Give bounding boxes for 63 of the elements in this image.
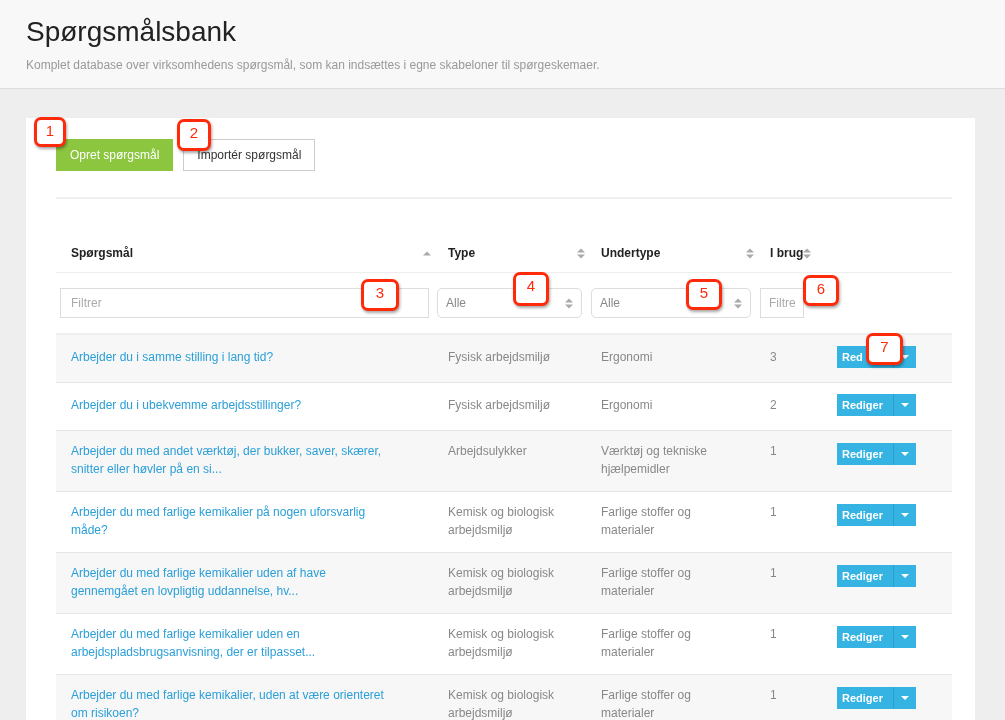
usage-count: 1 xyxy=(770,565,778,582)
type-text: Kemisk og biologisk arbejdsmiljø xyxy=(448,504,556,539)
caret-icon[interactable] xyxy=(901,513,909,517)
type-text: Kemisk og biologisk arbejdsmiljø xyxy=(448,565,556,600)
usage-count: 1 xyxy=(770,443,778,460)
caret-icon[interactable] xyxy=(901,635,909,639)
question-link[interactable]: Arbejder du med andet værktøj, der bukker, saver, skærer, snitter eller høvler på en si... xyxy=(71,442,387,478)
caret-icon[interactable] xyxy=(901,452,909,456)
create-button[interactable]: Opret spørgsmål xyxy=(56,139,174,171)
type-text: Kemisk og biologisk arbejdsmiljø xyxy=(448,626,556,661)
usage-count: 1 xyxy=(770,687,778,704)
callout-badge: 4 xyxy=(513,272,549,306)
subtype-text: Ergonomi xyxy=(601,349,654,366)
subtype-text: Farlige stoffer og materialer xyxy=(601,565,692,600)
sort-icon[interactable] xyxy=(746,247,754,259)
caret-icon[interactable] xyxy=(901,696,909,700)
usage-count: 1 xyxy=(770,504,778,521)
edit-button[interactable]: Rediger xyxy=(837,504,916,526)
page-subtitle: Komplet database over virksomhedens spørgsmål, som kan indsættes i egne skabeloner til spørgeskemaer. xyxy=(26,57,601,74)
type-text: Fysisk arbejdsmiljø xyxy=(448,349,551,366)
subtype-text: Ergonomi xyxy=(601,397,654,414)
callout-badge: 5 xyxy=(686,279,722,310)
edit-button[interactable]: Rediger xyxy=(837,394,916,416)
column-header[interactable]: I brug xyxy=(770,244,804,262)
subtype-text: Værktøj og tekniske hjælpemidler xyxy=(601,443,709,478)
sort-icon[interactable] xyxy=(577,247,585,259)
type-text: Arbejdsulykker xyxy=(448,443,528,460)
usage-count: 1 xyxy=(770,626,778,643)
question-link[interactable]: Arbejder du med farlige kemikalier uden en arbejdspladsbrugsanvisning, der er tilpasset... xyxy=(71,625,387,661)
sort-icon[interactable] xyxy=(565,297,573,309)
callout-badge: 2 xyxy=(177,119,211,151)
sort-ascending-icon[interactable] xyxy=(423,250,431,256)
column-header[interactable]: Undertype xyxy=(601,244,661,262)
callout-badge: 1 xyxy=(34,117,66,147)
edit-button[interactable]: Rediger xyxy=(837,687,916,709)
page-title: Spørgsmålsbank xyxy=(26,15,238,49)
caret-icon[interactable] xyxy=(901,355,909,359)
subtype-text: Farlige stoffer og materialer xyxy=(601,504,692,539)
type-text: Fysisk arbejdsmiljø xyxy=(448,397,551,414)
question-link[interactable]: Arbejder du med farlige kemikalier på nogen uforsvarlig måde? xyxy=(71,503,387,539)
callout-badge: 6 xyxy=(803,275,839,306)
usage-count: 2 xyxy=(770,397,778,414)
subtype-text: Farlige stoffer og materialer xyxy=(601,626,692,661)
question-link[interactable]: Arbejder du i ubekvemme arbejdsstillinger? xyxy=(71,396,387,414)
edit-button[interactable]: Rediger xyxy=(837,626,916,648)
edit-button[interactable]: Rediger xyxy=(837,443,916,465)
callout-badge: 3 xyxy=(361,279,399,311)
sort-icon[interactable] xyxy=(803,247,812,259)
question-link[interactable]: Arbejder du i samme stilling i lang tid? xyxy=(71,348,387,366)
question-link[interactable]: Arbejder du med farlige kemikalier, uden at være orienteret om risikoen? xyxy=(71,686,387,720)
import-button[interactable]: Importér spørgsmål xyxy=(183,139,316,171)
edit-button[interactable]: Rediger xyxy=(837,565,916,587)
usage-count: 3 xyxy=(770,349,778,366)
caret-icon[interactable] xyxy=(901,574,909,578)
question-link[interactable]: Arbejder du med farlige kemikalier uden af have gennemgået en lovpligtig uddannelse, hv... xyxy=(71,564,387,600)
column-header[interactable]: Spørgsmål xyxy=(71,244,133,262)
callout-badge: 7 xyxy=(866,333,903,365)
subtype-text: Farlige stoffer og materialer xyxy=(601,687,692,720)
caret-icon[interactable] xyxy=(901,403,909,407)
type-text: Kemisk og biologisk arbejdsmiljø xyxy=(448,687,556,720)
sort-icon[interactable] xyxy=(734,297,742,309)
column-header[interactable]: Type xyxy=(448,244,476,262)
filter-field[interactable]: Filtre xyxy=(760,288,804,318)
